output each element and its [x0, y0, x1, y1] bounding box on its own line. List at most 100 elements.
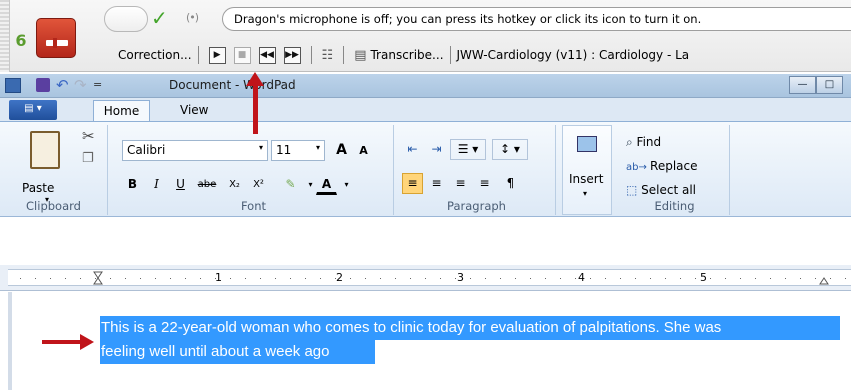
text-color-button[interactable]: A: [316, 174, 337, 195]
transcribe-menu[interactable]: Transcribe...: [370, 48, 443, 62]
align-left-button[interactable]: ≡: [402, 173, 423, 194]
annotation-arrowhead-up: [246, 72, 264, 86]
increase-indent-icon[interactable]: ⇥: [426, 139, 447, 160]
right-indent-marker[interactable]: [819, 277, 829, 285]
microphone-off-icon[interactable]: [36, 18, 76, 58]
toolbar-grip[interactable]: [0, 0, 10, 72]
paste-icon[interactable]: [30, 131, 60, 169]
editing-group-label: Editing: [654, 199, 695, 213]
binoculars-icon: ⌕: [626, 135, 637, 149]
annotation-arrow-right: [42, 340, 82, 344]
quick-access-dropdown-icon[interactable]: =: [93, 78, 102, 91]
highlight-color-icon[interactable]: ✎: [280, 174, 301, 195]
document-line[interactable]: This is a 22-year-old woman who comes to…: [100, 316, 840, 340]
align-center-button[interactable]: ≡: [426, 173, 447, 194]
document-line[interactable]: feeling well until about a week ago: [100, 340, 375, 364]
font-group-label: Font: [240, 199, 267, 213]
paragraph-group: ⇤ ⇥ ☰ ▾ ↕ ▾ ≡ ≡ ≡ ≡ ¶ Paragraph: [398, 125, 556, 215]
paste-button[interactable]: Paste: [22, 181, 54, 195]
bold-button[interactable]: B: [122, 174, 143, 195]
undo-icon[interactable]: ↶: [56, 76, 69, 94]
skip-back-button[interactable]: ◀◀: [258, 46, 276, 64]
clipboard-group: Paste ▾ ✂ ❐ Clipboard: [0, 125, 108, 215]
app-menu-button[interactable]: ▤ ▾: [9, 100, 57, 120]
bullets-dropdown[interactable]: ☰ ▾: [450, 139, 486, 160]
strikethrough-button[interactable]: abe: [194, 174, 220, 195]
replace-label: Replace: [650, 159, 698, 173]
ruler-number: 2: [336, 271, 343, 284]
paragraph-group-label: Paragraph: [447, 199, 506, 213]
divider: [343, 46, 345, 64]
paragraph-settings-icon[interactable]: ¶: [500, 173, 521, 194]
grow-font-letter: A: [336, 142, 347, 158]
ruler: 1 2 3 4 5: [0, 265, 851, 291]
mode-toggle[interactable]: [104, 6, 148, 32]
window-title: Document - WordPad: [169, 78, 296, 92]
wordpad-window: ↶ ↷ = Document - WordPad — □ ▤ ▾ Home Vi…: [0, 74, 851, 390]
minimize-button[interactable]: —: [789, 76, 816, 94]
editing-group: ⌕ Find ab→ Replace ⬚ Select all Editing: [620, 125, 730, 215]
dragon-toolbar: 6 ✓ (•) Dragon's microphone is off; you …: [0, 0, 851, 72]
wordpad-app-icon[interactable]: [5, 78, 21, 93]
insert-group[interactable]: Insert ▾: [562, 125, 612, 215]
stop-button[interactable]: ■: [233, 46, 251, 64]
align-right-button[interactable]: ≡: [450, 173, 471, 194]
insert-dropdown-icon[interactable]: ▾: [583, 189, 587, 198]
document-text-area[interactable]: This is a 22-year-old woman who comes to…: [100, 316, 840, 364]
find-button[interactable]: ⌕ Find: [626, 135, 661, 150]
find-label: Find: [636, 135, 662, 149]
ribbon-tabs: ▤ ▾ Home View: [0, 98, 851, 123]
select-all-icon: ⬚: [626, 183, 642, 197]
font-family-value: Calibri: [127, 143, 166, 157]
transcribe-icon: ▤: [354, 47, 367, 63]
radio-signal-icon: (•): [186, 11, 199, 24]
correction-menu[interactable]: Correction...: [118, 48, 192, 62]
ruler-number: 5: [700, 271, 707, 284]
ruler-number: 4: [578, 271, 585, 284]
copy-icon[interactable]: ❐: [82, 151, 94, 166]
italic-button[interactable]: I: [146, 174, 167, 195]
divider: [197, 46, 199, 64]
insert-picture-icon: [577, 136, 597, 152]
select-all-label: Select all: [641, 183, 697, 197]
profile-menu[interactable]: JWW-Cardiology (v11) : Cardiology - La: [457, 48, 690, 62]
maximize-button[interactable]: □: [816, 76, 843, 94]
font-family-select[interactable]: Calibri ▾: [122, 140, 268, 161]
grow-font-button[interactable]: A: [331, 140, 352, 161]
divider: [449, 46, 451, 64]
title-bar: ↶ ↷ = Document - WordPad — □: [0, 74, 851, 98]
dragon-logo-icon: 6: [15, 31, 27, 50]
superscript-button[interactable]: X²: [248, 174, 269, 195]
check-icon: ✓: [151, 6, 168, 30]
status-message-bar: Dragon's microphone is off; you can pres…: [222, 7, 851, 31]
ribbon: Paste ▾ ✂ ❐ Clipboard Calibri ▾ 11 ▾ A A B…: [0, 121, 851, 217]
divider: [310, 46, 312, 64]
save-icon[interactable]: [36, 78, 50, 92]
insert-button[interactable]: Insert: [569, 172, 603, 186]
shrink-font-button[interactable]: A: [353, 140, 374, 161]
line-spacing-dropdown[interactable]: ↕ ▾: [492, 139, 528, 160]
select-all-button[interactable]: ⬚ Select all: [626, 183, 696, 197]
ruler-number: 3: [457, 271, 464, 284]
underline-button[interactable]: U: [170, 174, 191, 195]
ruler-strip[interactable]: 1 2 3 4 5: [8, 269, 851, 286]
document-margin: [8, 292, 12, 390]
tab-view[interactable]: View: [180, 103, 208, 117]
replace-button[interactable]: ab→ Replace: [626, 159, 698, 173]
ruler-number: 1: [215, 271, 222, 284]
font-size-value: 11: [276, 143, 292, 157]
cut-icon[interactable]: ✂: [82, 127, 95, 145]
shrink-font-letter: A: [359, 144, 368, 157]
text-color-dropdown-icon[interactable]: ▾: [336, 174, 357, 195]
dictation-box-icon[interactable]: ☷: [322, 48, 334, 63]
subscript-button[interactable]: X₂: [224, 174, 245, 195]
tab-home[interactable]: Home: [93, 100, 150, 123]
skip-forward-button[interactable]: ▶▶: [283, 46, 301, 64]
annotation-arrowhead-right: [80, 334, 94, 350]
font-size-select[interactable]: 11 ▾: [271, 140, 325, 161]
decrease-indent-icon[interactable]: ⇤: [402, 139, 423, 160]
redo-icon[interactable]: ↷: [74, 76, 87, 94]
play-button[interactable]: ▶: [208, 46, 226, 64]
replace-icon: ab→: [626, 162, 651, 173]
justify-button[interactable]: ≡: [474, 173, 495, 194]
